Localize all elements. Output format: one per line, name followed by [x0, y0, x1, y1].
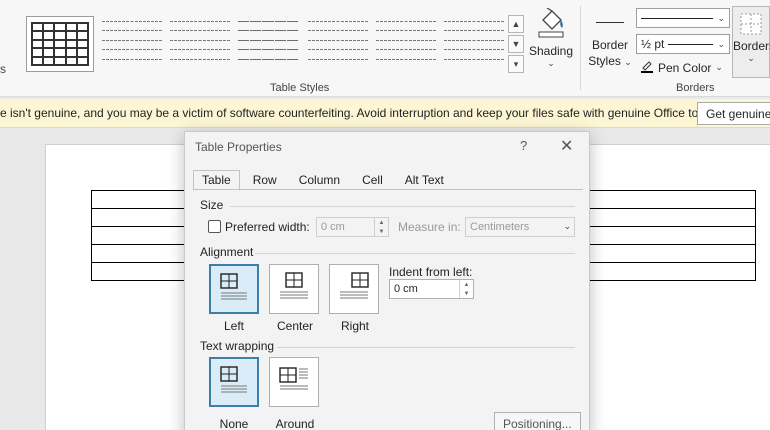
- table-style-plain-5[interactable]: [372, 16, 440, 72]
- width-input: 0 cm ▲ ▼: [316, 217, 389, 237]
- positioning-button: Positioning...: [494, 412, 581, 430]
- borders-button[interactable]: Borders ⌄: [732, 6, 770, 78]
- table-style-plain-4[interactable]: [304, 16, 372, 72]
- text-wrapping-divider: [277, 347, 575, 348]
- chevron-down-icon: ⌄: [717, 12, 725, 23]
- indent-value: 0 cm: [394, 283, 418, 295]
- pen-style-line-icon: [641, 17, 714, 19]
- wrap-around-icon: [279, 367, 308, 390]
- align-center-button[interactable]: [269, 264, 319, 314]
- spin-up-icon: ▲: [378, 219, 385, 226]
- ribbon-edge-fragment: s: [0, 62, 6, 76]
- align-center-icon: [280, 272, 308, 299]
- align-left-icon: [220, 273, 247, 300]
- table-style-grid[interactable]: [26, 16, 94, 72]
- wrap-none-label[interactable]: None: [204, 417, 264, 430]
- shading-label: Shading: [528, 44, 574, 58]
- preferred-width-checkbox[interactable]: [208, 220, 221, 233]
- table-styles-gallery: [22, 10, 528, 74]
- width-value: 0 cm: [321, 221, 345, 233]
- chevron-down-icon: ⌄: [547, 58, 555, 68]
- table-style-plain-2[interactable]: [166, 16, 234, 72]
- wrap-none-icon: [220, 366, 247, 393]
- pen-color-button[interactable]: Pen Color ⌄: [640, 59, 723, 76]
- notice-message: e isn't genuine, and you may be a victim…: [0, 106, 721, 120]
- chevron-down-icon: ⌄: [747, 53, 755, 63]
- border-styles-button[interactable]: Border Styles ⌄: [587, 10, 633, 70]
- size-divider: [230, 206, 575, 207]
- group-divider: [580, 6, 581, 90]
- table-style-plain-1[interactable]: [98, 16, 166, 72]
- indent-from-left-input[interactable]: 0 cm ▲ ▼: [389, 279, 474, 299]
- align-right-label[interactable]: Right: [325, 319, 385, 333]
- align-left-label[interactable]: Left: [204, 319, 264, 333]
- dialog-tabs: Table Row Column Cell Alt Text: [193, 170, 457, 191]
- align-left-button[interactable]: [209, 264, 259, 314]
- align-center-label[interactable]: Center: [265, 319, 325, 333]
- spin-down-icon[interactable]: ▼: [460, 289, 473, 298]
- borders-group-label: Borders: [676, 82, 715, 94]
- borders-grid-icon: [740, 13, 762, 35]
- tab-alt-text[interactable]: Alt Text: [396, 170, 453, 191]
- wrap-around-label[interactable]: Around: [265, 417, 325, 430]
- chevron-down-icon: ⌄: [563, 221, 571, 231]
- pen-color-label: Pen Color: [658, 60, 712, 75]
- border-styles-label-1: Border: [591, 38, 629, 52]
- alignment-section-label: Alignment: [200, 245, 254, 259]
- measure-in-value: Centimeters: [470, 221, 530, 233]
- gallery-more-icon[interactable]: ▾: [508, 55, 524, 73]
- align-right-icon: [340, 272, 369, 299]
- pen-style-dropdown[interactable]: ⌄: [636, 8, 730, 28]
- tab-table[interactable]: Table: [193, 170, 240, 191]
- tab-cell[interactable]: Cell: [353, 170, 392, 191]
- pen-icon: [640, 59, 654, 76]
- borders-button-label: Borders: [733, 39, 770, 53]
- preferred-width-label: Preferred width:: [225, 220, 310, 234]
- tab-column[interactable]: Column: [290, 170, 349, 191]
- help-icon[interactable]: ?: [520, 138, 527, 153]
- align-right-button[interactable]: [329, 264, 379, 314]
- chevron-down-icon: ⌄: [717, 38, 725, 49]
- shading-button[interactable]: Shading ⌄: [528, 7, 574, 69]
- dialog-title: Table Properties: [195, 140, 282, 154]
- spin-up-icon[interactable]: ▲: [460, 280, 473, 289]
- paint-bucket-icon: [537, 7, 565, 38]
- get-genuine-office-button[interactable]: Get genuine Office: [697, 102, 770, 125]
- alignment-divider: [255, 253, 575, 254]
- measure-in-select: Centimeters ⌄: [465, 217, 575, 237]
- table-style-plain-6[interactable]: [440, 16, 508, 72]
- pen-weight-dropdown[interactable]: ½ pt ⌄: [636, 34, 730, 54]
- wrap-none-button[interactable]: [209, 357, 259, 407]
- table-styles-group-label: Table Styles: [270, 82, 330, 94]
- spin-down-icon: ▼: [378, 228, 385, 235]
- pen-weight-line-icon: [668, 43, 714, 45]
- indent-from-left-label: Indent from left:: [389, 265, 473, 279]
- gallery-down-icon[interactable]: ▼: [508, 35, 524, 53]
- genuine-office-notice: e isn't genuine, and you may be a victim…: [0, 99, 770, 128]
- tab-row[interactable]: Row: [244, 170, 286, 191]
- border-line-icon: [596, 22, 624, 23]
- ribbon: s ▲ ▼ ▾ Table Styles Shading ⌄ Border St…: [0, 0, 770, 97]
- tab-divider: [193, 189, 583, 190]
- wrap-around-button[interactable]: [269, 357, 319, 407]
- pen-weight-value: ½ pt: [641, 37, 665, 51]
- border-styles-label-2: Styles: [588, 54, 621, 68]
- gallery-up-icon[interactable]: ▲: [508, 15, 524, 33]
- measure-in-label: Measure in:: [398, 220, 461, 234]
- table-properties-dialog: Table Properties ? ✕ Table Row Column Ce…: [184, 131, 590, 430]
- gallery-scroll: ▲ ▼ ▾: [508, 15, 524, 73]
- chevron-down-icon: ⌄: [715, 62, 723, 72]
- table-style-plain-3[interactable]: [234, 16, 302, 72]
- text-wrapping-section-label: Text wrapping: [200, 339, 275, 353]
- size-section-label: Size: [200, 198, 224, 212]
- close-icon[interactable]: ✕: [560, 136, 573, 156]
- chevron-down-icon: ⌄: [624, 57, 632, 67]
